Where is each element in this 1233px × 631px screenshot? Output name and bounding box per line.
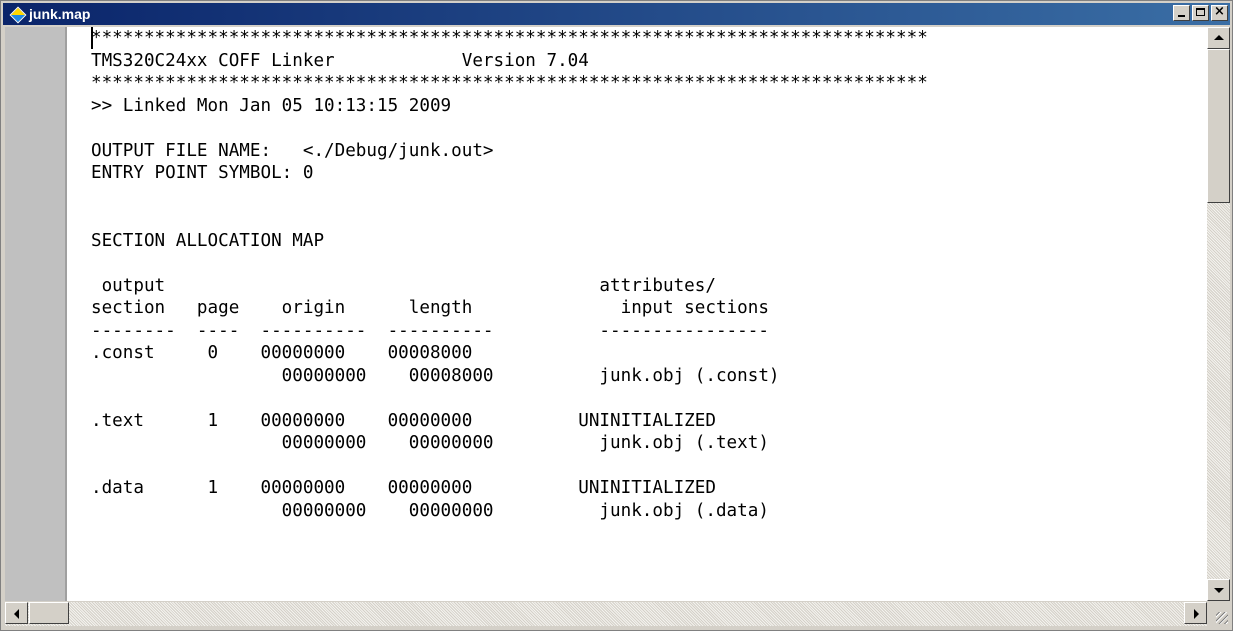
editor-line: SECTION ALLOCATION MAP (91, 230, 325, 251)
maximize-icon (1196, 8, 1205, 16)
editor-line: TMS320C24xx COFF Linker Version 7.04 (91, 50, 589, 71)
scroll-up-button[interactable] (1207, 27, 1230, 49)
arrow-down-icon (1214, 588, 1224, 593)
editor-line: -------- ---- ---------- ---------- ----… (91, 320, 769, 341)
map-file-content[interactable]: ****************************************… (91, 27, 928, 522)
title-bar[interactable]: junk.map × (3, 3, 1230, 25)
vertical-scrollbar[interactable] (1207, 27, 1230, 601)
editor-line: section page origin length input section… (91, 298, 769, 318)
scroll-left-button[interactable] (5, 602, 28, 624)
editor-line: .text 1 00000000 00000000 UNINITIALIZED (91, 410, 716, 431)
horizontal-scroll-thumb[interactable] (29, 602, 69, 624)
scroll-right-button[interactable] (1184, 602, 1207, 624)
editor-line: 00000000 00008000 junk.obj (.const) (91, 365, 780, 386)
editor-line: ****************************************… (91, 73, 928, 93)
vertical-scroll-thumb[interactable] (1207, 49, 1230, 203)
horizontal-scrollbar[interactable] (5, 602, 1207, 626)
editor-line: 00000000 00000000 junk.obj (.data) (91, 500, 769, 521)
editor-line: ****************************************… (91, 28, 928, 48)
app-diamond-icon (9, 6, 27, 24)
minimize-icon (1178, 15, 1185, 17)
arrow-left-icon (14, 609, 19, 619)
editor-line: 00000000 00000000 junk.obj (.text) (91, 433, 769, 453)
close-button[interactable]: × (1211, 4, 1228, 21)
resize-grip[interactable] (1207, 602, 1230, 626)
window-controls: × (1173, 4, 1228, 21)
maximize-button[interactable] (1192, 5, 1209, 21)
editor-line: OUTPUT FILE NAME: <./Debug/junk.out> (91, 140, 494, 161)
text-editor[interactable]: ****************************************… (67, 27, 1207, 601)
window-title: junk.map (29, 6, 91, 22)
minimize-button[interactable] (1173, 5, 1190, 21)
editor-line: .data 1 00000000 00000000 UNINITIALIZED (91, 478, 716, 498)
arrow-up-icon (1214, 35, 1224, 40)
editor-line: ENTRY POINT SYMBOL: 0 (91, 163, 314, 183)
editor-line: .const 0 00000000 00008000 (91, 343, 473, 363)
editor-line: >> Linked Mon Jan 05 10:13:15 2009 (91, 95, 452, 116)
map-file-window: junk.map × *****************************… (0, 0, 1233, 631)
scroll-down-button[interactable] (1207, 579, 1230, 601)
close-icon: × (1214, 4, 1225, 19)
arrow-right-icon (1194, 609, 1199, 619)
editor-line: output attributes/ (91, 275, 716, 296)
editor-gutter (5, 27, 65, 601)
